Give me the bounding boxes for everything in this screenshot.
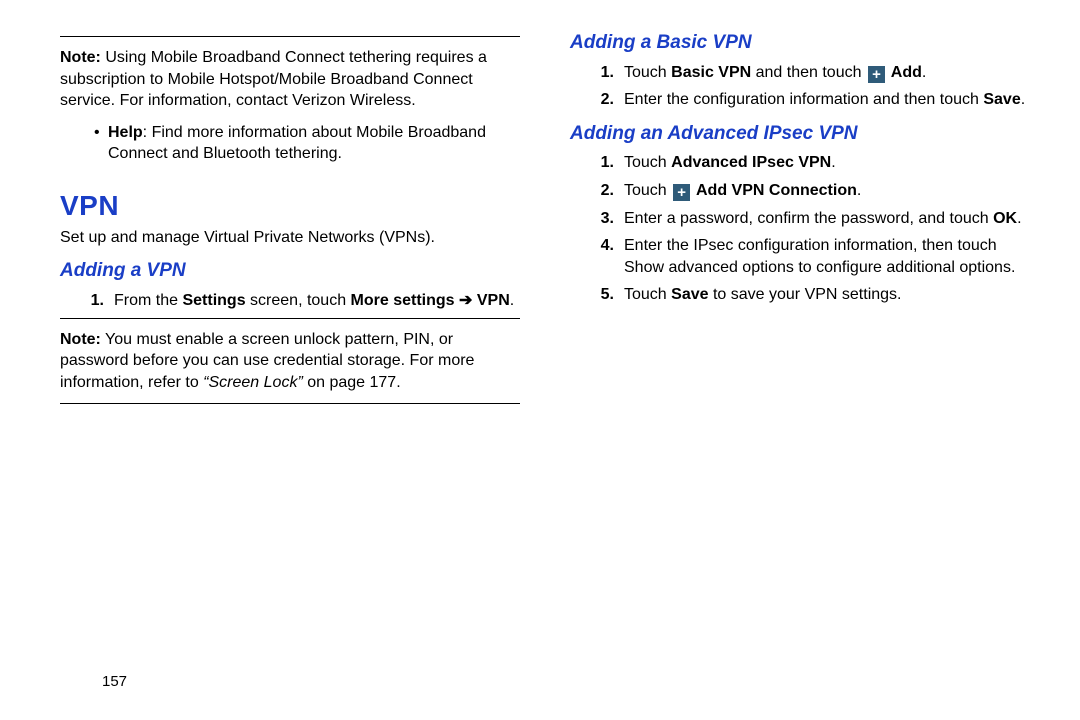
plus-icon: + (673, 184, 690, 201)
adv-step-4: 4. Enter the IPsec configuration informa… (590, 235, 1030, 278)
divider (60, 318, 520, 319)
step-number: 2. (590, 89, 624, 111)
t: on page 177. (303, 374, 401, 391)
t: and then touch (751, 64, 866, 81)
t: Enter a password, confirm the password, … (624, 210, 993, 227)
help-body: : Find more information about Mobile Bro… (108, 124, 486, 163)
step-number: 5. (590, 284, 624, 306)
t: Basic VPN (671, 64, 751, 81)
t: Add (887, 64, 922, 81)
t: . (1017, 210, 1021, 227)
divider (60, 403, 520, 404)
divider (60, 36, 520, 37)
step-1: 1. From the Settings screen, touch More … (80, 290, 520, 312)
adv-step-2: 2. Touch + Add VPN Connection. (590, 180, 1030, 202)
heading-advanced-vpn: Adding an Advanced IPsec VPN (570, 121, 1030, 147)
t: OK (993, 210, 1017, 227)
t: Save (983, 91, 1020, 108)
t: “Screen Lock” (203, 374, 303, 391)
note-body: You must enable a screen unlock pattern,… (60, 331, 474, 391)
t: . (510, 292, 514, 309)
adv-step-3: 3. Enter a password, confirm the passwor… (590, 208, 1030, 230)
t: . (922, 64, 926, 81)
help-label: Help (108, 124, 143, 141)
step-text: Touch + Add VPN Connection. (624, 180, 1030, 202)
t: . (1021, 91, 1025, 108)
help-text: Help: Find more information about Mobile… (108, 122, 520, 165)
page-number: 157 (102, 672, 127, 692)
step-number: 1. (80, 290, 114, 312)
left-column: Note: Using Mobile Broadband Connect tet… (60, 30, 520, 410)
note-tethering: Note: Using Mobile Broadband Connect tet… (60, 43, 520, 169)
t: . (831, 154, 835, 171)
adv-step-5: 5. Touch Save to save your VPN settings. (590, 284, 1030, 306)
note-credential: Note: You must enable a screen unlock pa… (60, 325, 520, 398)
step-text: Touch Advanced IPsec VPN. (624, 152, 1030, 174)
help-bullet: • Help: Find more information about Mobi… (94, 122, 520, 165)
note-body: Using Mobile Broadband Connect tethering… (60, 49, 487, 109)
step-text: From the Settings screen, touch More set… (114, 290, 520, 312)
basic-step-1: 1. Touch Basic VPN and then touch + Add. (590, 62, 1030, 84)
step-text: Touch Save to save your VPN settings. (624, 284, 1030, 306)
t: Touch (624, 64, 671, 81)
heading-vpn: VPN (60, 187, 520, 225)
t: to save your VPN settings. (709, 286, 902, 303)
step-number: 1. (590, 62, 624, 84)
t: More settings (351, 292, 459, 309)
t: Enter the configuration information and … (624, 91, 983, 108)
t: . (857, 182, 861, 199)
t: From the (114, 292, 182, 309)
bullet-icon: • (94, 122, 108, 165)
step-number: 4. (590, 235, 624, 278)
heading-basic-vpn: Adding a Basic VPN (570, 30, 1030, 56)
t: Save (671, 286, 708, 303)
adv-step-1: 1. Touch Advanced IPsec VPN. (590, 152, 1030, 174)
vpn-intro: Set up and manage Virtual Private Networ… (60, 227, 520, 249)
t: Add VPN Connection (692, 182, 857, 199)
basic-step-2: 2. Enter the configuration information a… (590, 89, 1030, 111)
t: Advanced IPsec VPN (671, 154, 831, 171)
t: Touch (624, 286, 671, 303)
arrow-icon: ➔ (459, 292, 472, 309)
t: Touch (624, 154, 671, 171)
step-number: 1. (590, 152, 624, 174)
step-number: 3. (590, 208, 624, 230)
t: VPN (477, 292, 510, 309)
step-text: Enter the configuration information and … (624, 89, 1030, 111)
t: Settings (182, 292, 245, 309)
step-text: Touch Basic VPN and then touch + Add. (624, 62, 1030, 84)
step-text: Enter a password, confirm the password, … (624, 208, 1030, 230)
plus-icon: + (868, 66, 885, 83)
step-text: Enter the IPsec configuration informatio… (624, 235, 1030, 278)
note-label: Note: (60, 49, 101, 66)
step-number: 2. (590, 180, 624, 202)
right-column: Adding a Basic VPN 1. Touch Basic VPN an… (570, 30, 1030, 410)
note-label: Note: (60, 331, 101, 348)
page: Note: Using Mobile Broadband Connect tet… (0, 0, 1080, 430)
t: screen, touch (246, 292, 351, 309)
t: Touch (624, 182, 671, 199)
heading-adding-vpn: Adding a VPN (60, 258, 520, 284)
